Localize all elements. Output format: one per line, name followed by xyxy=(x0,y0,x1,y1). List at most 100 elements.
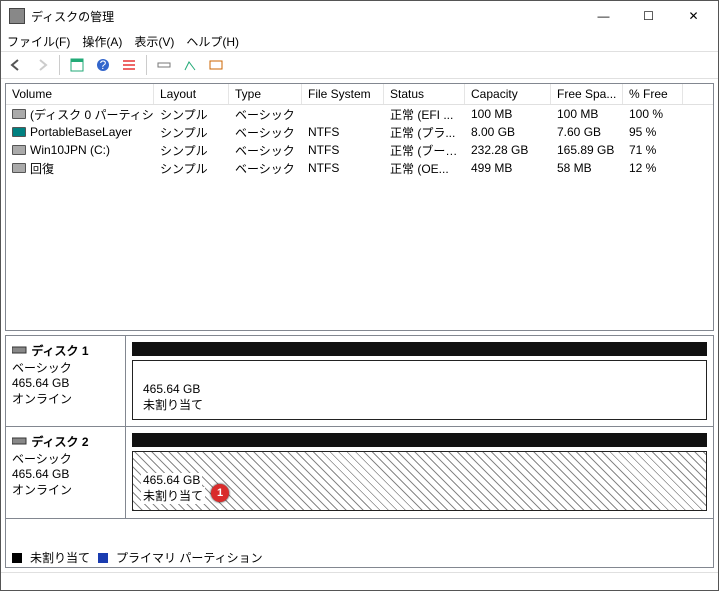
back-button[interactable] xyxy=(5,54,27,76)
menu-file[interactable]: ファイル(F) xyxy=(7,33,70,50)
titlebar: ディスクの管理 — ☐ ✕ xyxy=(1,1,718,31)
volume-fs: NTFS xyxy=(302,142,384,158)
volume-row[interactable]: 回復 シンプルベーシックNTFS正常 (OE...499 MB58 MB12 % xyxy=(6,159,713,177)
volume-status: 正常 (プラ... xyxy=(384,123,465,142)
partition-block[interactable]: 465.64 GB未割り当て 1 xyxy=(132,451,707,511)
col-type[interactable]: Type xyxy=(229,84,302,104)
app-icon xyxy=(9,8,25,24)
tool-icon-1[interactable] xyxy=(153,54,175,76)
disk-name: ディスク 2 xyxy=(31,435,88,449)
volume-name: PortableBaseLayer xyxy=(30,125,132,139)
disk-size: 465.64 GB xyxy=(12,376,69,390)
window-title: ディスクの管理 xyxy=(31,8,581,25)
partition-size: 465.64 GB xyxy=(141,473,202,487)
disk-type: ベーシック xyxy=(12,361,72,375)
legend-label-primary: プライマリ パーティション xyxy=(116,549,263,566)
partition-header-bar xyxy=(132,433,707,447)
volume-pctfree: 95 % xyxy=(623,124,683,140)
partition-label: 未割り当て xyxy=(141,396,205,413)
col-filesystem[interactable]: File System xyxy=(302,84,384,104)
volume-type: ベーシック xyxy=(229,105,302,124)
volume-list[interactable]: Volume Layout Type File System Status Ca… xyxy=(5,83,714,331)
disk-status: オンライン xyxy=(12,483,72,497)
col-layout[interactable]: Layout xyxy=(154,84,229,104)
col-status[interactable]: Status xyxy=(384,84,465,104)
disk-icon xyxy=(12,436,28,446)
tool-icon-3[interactable] xyxy=(205,54,227,76)
volume-free: 58 MB xyxy=(551,160,623,176)
volume-layout: シンプル xyxy=(154,105,229,124)
volume-capacity: 499 MB xyxy=(465,160,551,176)
statusbar xyxy=(1,572,718,590)
disk-type: ベーシック xyxy=(12,452,72,466)
legend-swatch-unallocated xyxy=(12,553,22,563)
list-icon[interactable] xyxy=(118,54,140,76)
volume-name: (ディスク 0 パーティシ... xyxy=(30,106,154,123)
menu-help[interactable]: ヘルプ(H) xyxy=(186,33,239,50)
volume-row[interactable]: Win10JPN (C:)シンプルベーシックNTFS正常 (ブート...232.… xyxy=(6,141,713,159)
partition-header-bar xyxy=(132,342,707,356)
volume-fs xyxy=(302,113,384,115)
volume-type: ベーシック xyxy=(229,123,302,142)
volume-capacity: 8.00 GB xyxy=(465,124,551,140)
toolbar-separator xyxy=(59,55,60,75)
tool-icon-2[interactable] xyxy=(179,54,201,76)
close-button[interactable]: ✕ xyxy=(671,2,716,31)
maximize-button[interactable]: ☐ xyxy=(626,2,671,31)
volume-type: ベーシック xyxy=(229,141,302,160)
col-pctfree[interactable]: % Free xyxy=(623,84,683,104)
volume-layout: シンプル xyxy=(154,159,229,178)
volume-fs: NTFS xyxy=(302,124,384,140)
col-capacity[interactable]: Capacity xyxy=(465,84,551,104)
legend: 未割り当て プライマリ パーティション xyxy=(5,548,714,568)
disk-map: ディスク 1ベーシック465.64 GBオンライン465.64 GB未割り当て … xyxy=(5,335,714,548)
toolbar-separator xyxy=(146,55,147,75)
menu-view[interactable]: 表示(V) xyxy=(134,33,174,50)
svg-text:?: ? xyxy=(100,58,107,72)
disk-group: ディスク 2ベーシック465.64 GBオンライン465.64 GB未割り当て1 xyxy=(6,427,713,519)
volume-status: 正常 (OE... xyxy=(384,159,465,178)
partition-block[interactable]: 465.64 GB未割り当て xyxy=(132,360,707,420)
volume-name: 回復 xyxy=(30,160,54,177)
disk-size: 465.64 GB xyxy=(12,467,69,481)
volume-list-header: Volume Layout Type File System Status Ca… xyxy=(6,84,713,105)
volume-layout: シンプル xyxy=(154,141,229,160)
drive-icon xyxy=(12,127,26,137)
volume-status: 正常 (EFI ... xyxy=(384,105,465,124)
help-icon[interactable]: ? xyxy=(92,54,114,76)
disk-info[interactable]: ディスク 2 ベーシック465.64 GB オンライン xyxy=(6,427,126,518)
menu-action[interactable]: 操作(A) xyxy=(82,33,122,50)
volume-pctfree: 12 % xyxy=(623,160,683,176)
disk-partition-map[interactable]: 465.64 GB未割り当て 1 xyxy=(126,427,713,518)
toolbar: ? xyxy=(1,51,718,79)
col-freespace[interactable]: Free Spa... xyxy=(551,84,623,104)
col-volume[interactable]: Volume xyxy=(6,84,154,104)
drive-icon xyxy=(12,163,26,173)
forward-button[interactable] xyxy=(31,54,53,76)
volume-free: 100 MB xyxy=(551,106,623,122)
volume-fs: NTFS xyxy=(302,160,384,176)
volume-layout: シンプル xyxy=(154,123,229,142)
volume-type: ベーシック xyxy=(229,159,302,178)
callout-badge: 1 xyxy=(211,484,229,502)
volume-capacity: 100 MB xyxy=(465,106,551,122)
partition-label: 未割り当て xyxy=(141,487,205,504)
volume-pctfree: 71 % xyxy=(623,142,683,158)
volume-row[interactable]: PortableBaseLayer シンプルベーシックNTFS正常 (プラ...8… xyxy=(6,123,713,141)
minimize-button[interactable]: — xyxy=(581,2,626,31)
disk-icon xyxy=(12,345,28,355)
legend-swatch-primary xyxy=(98,553,108,563)
partition-size: 465.64 GB xyxy=(141,382,202,396)
disk-status: オンライン xyxy=(12,392,72,406)
volume-capacity: 232.28 GB xyxy=(465,142,551,158)
disk-info[interactable]: ディスク 1 ベーシック465.64 GB オンライン xyxy=(6,336,126,426)
legend-label-unallocated: 未割り当て xyxy=(30,549,90,566)
drive-icon xyxy=(12,145,26,155)
disk-name: ディスク 1 xyxy=(31,344,88,358)
disk-partition-map[interactable]: 465.64 GB未割り当て xyxy=(126,336,713,426)
drive-icon xyxy=(12,109,26,119)
volume-free: 7.60 GB xyxy=(551,124,623,140)
disk-group: ディスク 1ベーシック465.64 GBオンライン465.64 GB未割り当て xyxy=(6,335,713,427)
view-icon[interactable] xyxy=(66,54,88,76)
volume-row[interactable]: (ディスク 0 パーティシ...シンプルベーシック正常 (EFI ...100 … xyxy=(6,105,713,123)
